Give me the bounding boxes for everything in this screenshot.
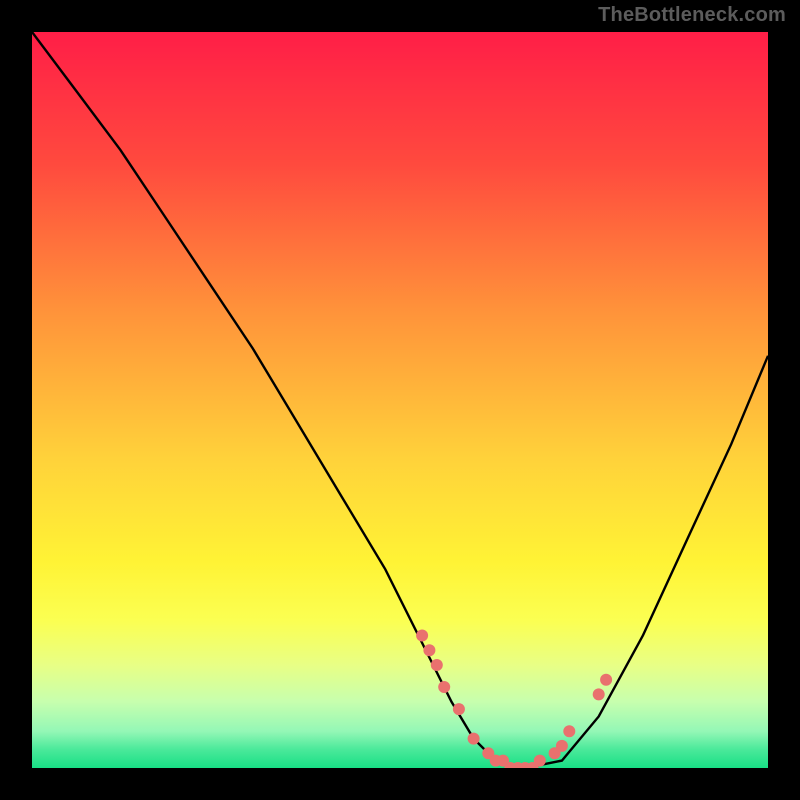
watermark-text: TheBottleneck.com bbox=[598, 4, 786, 27]
highlight-dot bbox=[438, 681, 450, 693]
highlight-dot bbox=[556, 740, 568, 752]
highlight-dot bbox=[593, 688, 605, 700]
highlight-dot bbox=[453, 703, 465, 715]
highlight-dot bbox=[416, 630, 428, 642]
highlight-dot bbox=[468, 733, 480, 745]
highlight-dot bbox=[534, 755, 546, 767]
highlight-dot bbox=[423, 644, 435, 656]
highlight-dot bbox=[563, 725, 575, 737]
plot-svg bbox=[32, 32, 768, 768]
plot-area bbox=[32, 32, 768, 768]
highlight-dot bbox=[431, 659, 443, 671]
chart-frame: TheBottleneck.com bbox=[0, 0, 800, 800]
gradient-background bbox=[32, 32, 768, 768]
highlight-dot bbox=[600, 674, 612, 686]
